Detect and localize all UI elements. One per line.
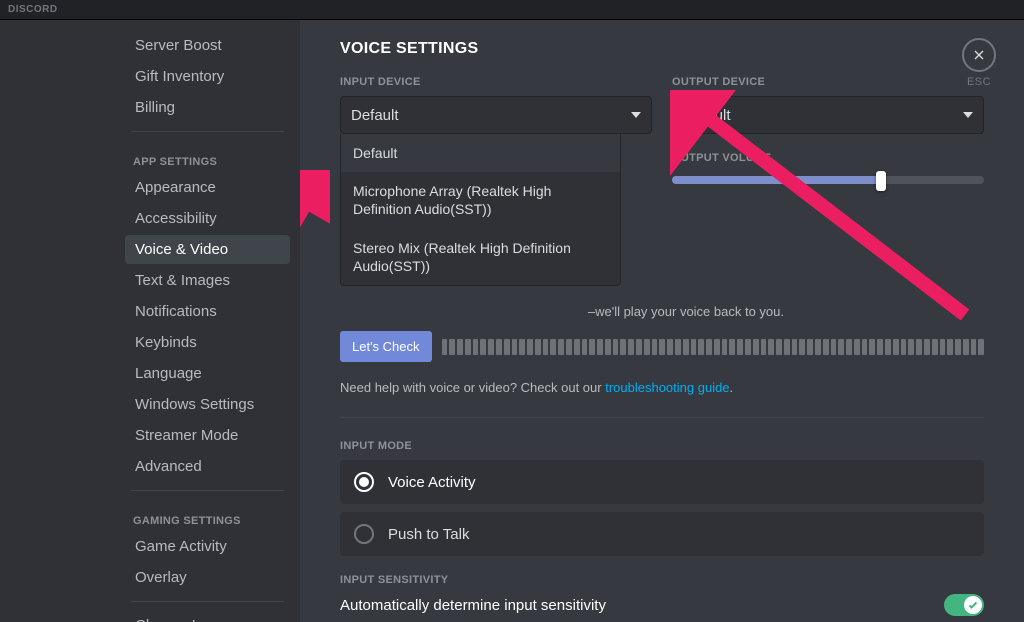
sidebar-separator (131, 601, 284, 602)
troubleshoot-text: Need help with voice or video? Check out… (340, 380, 984, 395)
sidebar-item-language[interactable]: Language (125, 359, 290, 388)
output-device-select[interactable]: Default (672, 96, 984, 134)
sidebar-item-change-log[interactable]: Change Log (125, 611, 290, 622)
sidebar-item-advanced[interactable]: Advanced (125, 452, 290, 481)
sidebar-item-windows-settings[interactable]: Windows Settings (125, 390, 290, 419)
radio-label: Push to Talk (388, 526, 469, 543)
troubleshoot-link[interactable]: troubleshooting guide (605, 380, 729, 395)
window-titlebar: DISCORD (0, 0, 1024, 20)
check-icon (966, 598, 980, 612)
close-icon (962, 38, 996, 72)
mic-test-helper: –we'll play your voice back to you. (340, 304, 984, 319)
chevron-down-icon (631, 112, 641, 118)
sidebar-category: APP SETTINGS (125, 148, 290, 172)
sidebar-category: GAMING SETTINGS (125, 507, 290, 531)
sidebar-item-keybinds[interactable]: Keybinds (125, 328, 290, 357)
page-title: VOICE SETTINGS (340, 40, 984, 58)
settings-content: ESC VOICE SETTINGS INPUT DEVICE Default … (300, 20, 1024, 622)
sidebar-separator (131, 131, 284, 132)
input-mode-group: Voice Activity Push to Talk (340, 460, 984, 556)
section-divider (340, 417, 984, 418)
input-mode-push-to-talk[interactable]: Push to Talk (340, 512, 984, 556)
input-device-option[interactable]: Stereo Mix (Realtek High Definition Audi… (341, 229, 620, 285)
input-mode-voice-activity[interactable]: Voice Activity (340, 460, 984, 504)
auto-sensitivity-text: Automatically determine input sensitivit… (340, 597, 606, 614)
settings-sidebar: Server BoostGift InventoryBilling APP SET… (0, 20, 300, 622)
input-device-value: Default (351, 107, 399, 124)
auto-sensitivity-toggle[interactable] (944, 594, 984, 616)
input-mode-label: INPUT MODE (340, 440, 984, 452)
sidebar-item-text-images[interactable]: Text & Images (125, 266, 290, 295)
output-volume-slider[interactable] (672, 176, 984, 184)
chevron-down-icon (963, 112, 973, 118)
output-device-label: OUTPUT DEVICE (672, 76, 984, 88)
input-device-select[interactable]: Default (340, 96, 652, 134)
slider-fill (672, 176, 881, 184)
sidebar-item-notifications[interactable]: Notifications (125, 297, 290, 326)
sidebar-item-game-activity[interactable]: Game Activity (125, 532, 290, 561)
radio-label: Voice Activity (388, 474, 476, 491)
sidebar-item-overlay[interactable]: Overlay (125, 563, 290, 592)
slider-thumb[interactable] (876, 171, 886, 191)
app-name: DISCORD (8, 4, 58, 15)
sidebar-separator (131, 490, 284, 491)
sidebar-item-voice-video[interactable]: Voice & Video (125, 235, 290, 264)
mic-test-button[interactable]: Let's Check (340, 331, 432, 362)
annotation-arrow-left (300, 170, 330, 440)
radio-icon (354, 524, 374, 544)
input-device-option[interactable]: Default (341, 134, 620, 172)
input-device-option[interactable]: Microphone Array (Realtek High Definitio… (341, 172, 620, 228)
sidebar-item-server-boost[interactable]: Server Boost (125, 31, 290, 60)
radio-icon (354, 472, 374, 492)
sidebar-item-gift-inventory[interactable]: Gift Inventory (125, 62, 290, 91)
input-device-label: INPUT DEVICE (340, 76, 652, 88)
input-device-dropdown: DefaultMicrophone Array (Realtek High De… (340, 134, 621, 286)
mic-level-meter (442, 337, 984, 357)
sidebar-item-streamer-mode[interactable]: Streamer Mode (125, 421, 290, 450)
sidebar-item-appearance[interactable]: Appearance (125, 173, 290, 202)
output-device-value: Default (683, 107, 731, 124)
sidebar-item-accessibility[interactable]: Accessibility (125, 204, 290, 233)
output-volume-label: OUTPUT VOLUME (672, 152, 984, 164)
sidebar-item-billing[interactable]: Billing (125, 93, 290, 122)
input-sensitivity-label: INPUT SENSITIVITY (340, 574, 984, 586)
